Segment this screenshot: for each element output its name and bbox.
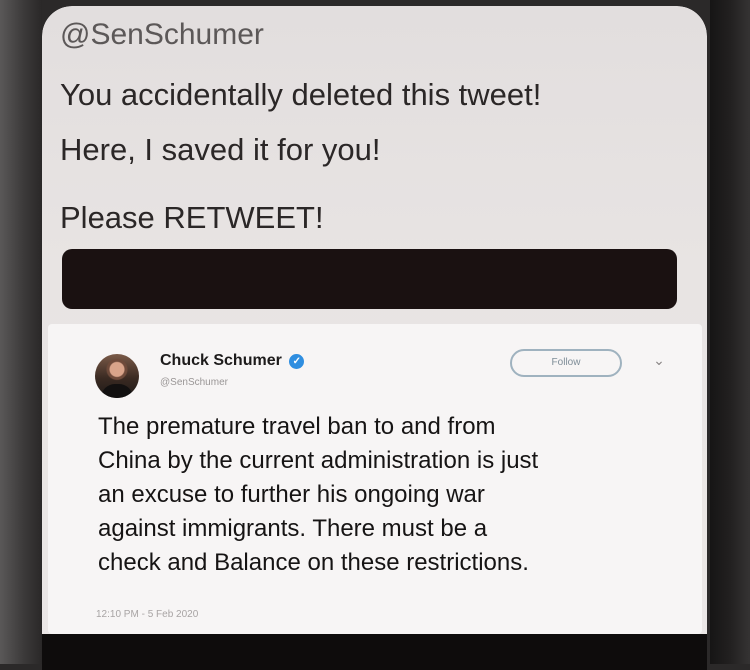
chevron-down-icon[interactable]: ⌄ (648, 348, 670, 372)
tweet-timestamp[interactable]: 12:10 PM - 5 Feb 2020 (96, 609, 198, 620)
avatar-suit (101, 384, 133, 398)
author-name[interactable]: Chuck Schumer (160, 352, 282, 369)
bottom-bezel (42, 634, 707, 670)
photo-right-edge (710, 0, 750, 664)
photo-left-edge (0, 0, 42, 664)
verified-badge-icon: ✓ (289, 354, 305, 369)
message-line-1: You accidentally deleted this tweet! (60, 77, 542, 112)
message-line-2: Here, I saved it for you! (60, 132, 381, 167)
embedded-tweet-card[interactable]: Chuck Schumer ✓ @SenSchumer Follow ⌄ The… (48, 324, 702, 634)
tweet-body-line: The premature travel ban to and from (98, 413, 496, 440)
tweet-body-line: an excuse to further his ongoing war (98, 481, 485, 508)
follow-button[interactable]: Follow (510, 349, 622, 377)
mention-handle[interactable]: @SenSchumer (60, 20, 264, 50)
tweet-body: The premature travel ban to and from Chi… (98, 410, 698, 580)
redaction-bar (62, 249, 677, 309)
message-line-3: Please RETWEET! (60, 200, 324, 235)
avatar[interactable] (95, 354, 139, 398)
author-name-row[interactable]: Chuck Schumer ✓ (160, 352, 305, 370)
phone-frame: @SenSchumer You accidentally deleted thi… (42, 6, 707, 670)
phone-screen: @SenSchumer You accidentally deleted thi… (42, 6, 707, 670)
tweet-body-line: check and Balance on these restrictions. (98, 549, 529, 576)
tweet-body-line: China by the current administration is j… (98, 447, 539, 474)
tweet-body-line: against immigrants. There must be a (98, 515, 488, 542)
author-username[interactable]: @SenSchumer (160, 377, 228, 388)
